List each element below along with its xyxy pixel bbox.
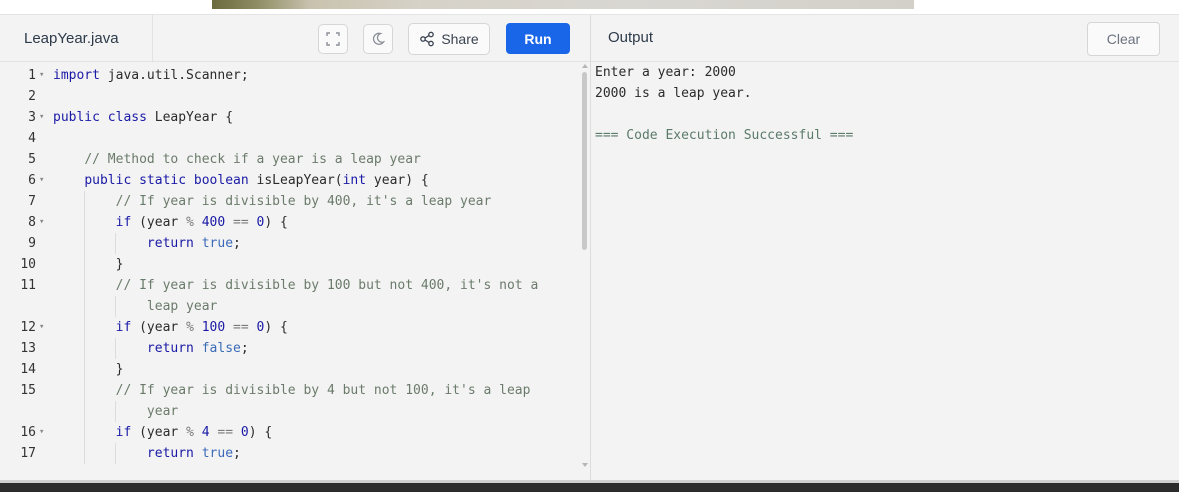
code-line: 10 } bbox=[0, 254, 580, 275]
bottom-bar bbox=[0, 480, 1179, 492]
code-text: public static boolean isLeapYear(int yea… bbox=[84, 173, 429, 188]
output-line: Enter a year: 2000 bbox=[595, 65, 736, 80]
fullscreen-button[interactable] bbox=[318, 24, 348, 54]
code-line: 9 return true; bbox=[0, 233, 580, 254]
code-line: 13 return false; bbox=[0, 338, 580, 359]
editor-panel: LeapYear.java Share Run 1 ▾ import java.… bbox=[0, 15, 590, 481]
code-text: return true; bbox=[146, 236, 241, 251]
fold-arrow-icon[interactable]: ▾ bbox=[39, 317, 44, 338]
code-text: // If year is divisible by 4 but not 100… bbox=[115, 383, 531, 398]
line-number: 8 bbox=[28, 215, 36, 230]
line-number: 12 bbox=[20, 320, 36, 335]
code-line: 17 return true; bbox=[0, 443, 580, 464]
output-success-line: === Code Execution Successful === bbox=[595, 128, 854, 143]
line-number: 6 bbox=[28, 173, 36, 188]
code-line: year bbox=[0, 401, 580, 422]
code-line: 5 // Method to check if a year is a leap… bbox=[0, 149, 580, 170]
code-editor[interactable]: 1 ▾ import java.util.Scanner; 2 3 ▾ public cla… bbox=[0, 62, 580, 481]
line-number: 17 bbox=[20, 446, 36, 461]
code-line: 15 // If year is divisible by 4 but not … bbox=[0, 380, 580, 401]
code-text: public class LeapYear { bbox=[53, 110, 234, 125]
output-title: Output bbox=[608, 29, 654, 46]
fold-arrow-icon[interactable]: ▾ bbox=[39, 212, 44, 233]
code-line: 16 ▾ if (year % 4 == 0) { bbox=[0, 422, 580, 443]
compiler-app: LeapYear.java Share Run 1 ▾ import java.… bbox=[0, 14, 1179, 481]
line-number: 5 bbox=[28, 152, 36, 167]
code-text: import java.util.Scanner; bbox=[53, 68, 249, 83]
output-line: 2000 is a leap year. bbox=[595, 86, 752, 101]
scroll-down-arrow-icon[interactable] bbox=[582, 463, 588, 467]
line-number: 9 bbox=[28, 236, 36, 251]
code-text: if (year % 100 == 0) { bbox=[115, 320, 288, 335]
file-tab-label: LeapYear.java bbox=[24, 29, 119, 47]
line-number: 15 bbox=[20, 383, 36, 398]
clear-button[interactable]: Clear bbox=[1087, 22, 1160, 56]
file-tab[interactable]: LeapYear.java bbox=[0, 15, 153, 61]
line-number: 2 bbox=[28, 89, 36, 104]
fullscreen-icon bbox=[326, 32, 340, 46]
editor-toolbar: LeapYear.java Share Run bbox=[0, 15, 590, 62]
code-line: 1 ▾ import java.util.Scanner; bbox=[0, 65, 580, 86]
line-number: 16 bbox=[20, 425, 36, 440]
line-number: 14 bbox=[20, 362, 36, 377]
code-line: 8 ▾ if (year % 400 == 0) { bbox=[0, 212, 580, 233]
code-line: 6 ▾ public static boolean isLeapYear(int … bbox=[0, 170, 580, 191]
code-line: 7 // If year is divisible by 400, it's a… bbox=[0, 191, 580, 212]
line-number: 4 bbox=[28, 131, 36, 146]
share-button[interactable]: Share bbox=[408, 23, 490, 55]
line-number: 13 bbox=[20, 341, 36, 356]
output-toolbar: Output Clear bbox=[591, 15, 1179, 62]
fold-arrow-icon[interactable]: ▾ bbox=[39, 107, 44, 128]
code-line: 14 } bbox=[0, 359, 580, 380]
code-text: leap year bbox=[146, 299, 218, 314]
code-text: } bbox=[53, 257, 124, 272]
fold-arrow-icon[interactable]: ▾ bbox=[39, 170, 44, 191]
code-text: if (year % 4 == 0) { bbox=[115, 425, 273, 440]
code-line: leap year bbox=[0, 296, 580, 317]
code-text: return false; bbox=[146, 341, 249, 356]
browser-top-strip bbox=[0, 0, 1179, 14]
line-number: 11 bbox=[20, 278, 36, 293]
theme-toggle-button[interactable] bbox=[363, 24, 393, 54]
run-button[interactable]: Run bbox=[506, 23, 570, 54]
scrollbar-thumb[interactable] bbox=[582, 72, 587, 250]
line-number: 7 bbox=[28, 194, 36, 209]
output-console: Enter a year: 2000 2000 is a leap year. … bbox=[595, 62, 853, 146]
code-line: 11 // If year is divisible by 100 but no… bbox=[0, 275, 580, 296]
line-number: 10 bbox=[20, 257, 36, 272]
line-number: 1 bbox=[28, 68, 36, 83]
code-text: } bbox=[53, 362, 124, 377]
code-text: year bbox=[146, 404, 179, 419]
line-number: 3 bbox=[28, 110, 36, 125]
code-text: // If year is divisible by 400, it's a l… bbox=[115, 194, 492, 209]
code-line: 3 ▾ public class LeapYear { bbox=[0, 107, 580, 128]
code-line: 12 ▾ if (year % 100 == 0) { bbox=[0, 317, 580, 338]
share-icon bbox=[420, 31, 435, 47]
code-text: // Method to check if a year is a leap y… bbox=[84, 152, 421, 167]
editor-scrollbar[interactable] bbox=[580, 62, 590, 481]
code-line: 4 bbox=[0, 128, 580, 149]
fold-arrow-icon[interactable]: ▾ bbox=[39, 422, 44, 443]
scroll-up-arrow-icon[interactable] bbox=[582, 64, 588, 68]
moon-icon bbox=[372, 32, 385, 45]
background-photo bbox=[212, 0, 914, 9]
code-text: // If year is divisible by 100 but not 4… bbox=[115, 278, 539, 293]
code-text: if (year % 400 == 0) { bbox=[115, 215, 288, 230]
run-label: Run bbox=[524, 30, 552, 47]
fold-arrow-icon[interactable]: ▾ bbox=[39, 65, 44, 86]
bottom-bar-edge bbox=[0, 480, 1179, 483]
clear-label: Clear bbox=[1106, 31, 1141, 47]
output-panel: Output Clear Enter a year: 2000 2000 is … bbox=[590, 15, 1179, 481]
share-label: Share bbox=[441, 31, 479, 47]
code-line: 2 bbox=[0, 86, 580, 107]
code-text: return true; bbox=[146, 446, 241, 461]
